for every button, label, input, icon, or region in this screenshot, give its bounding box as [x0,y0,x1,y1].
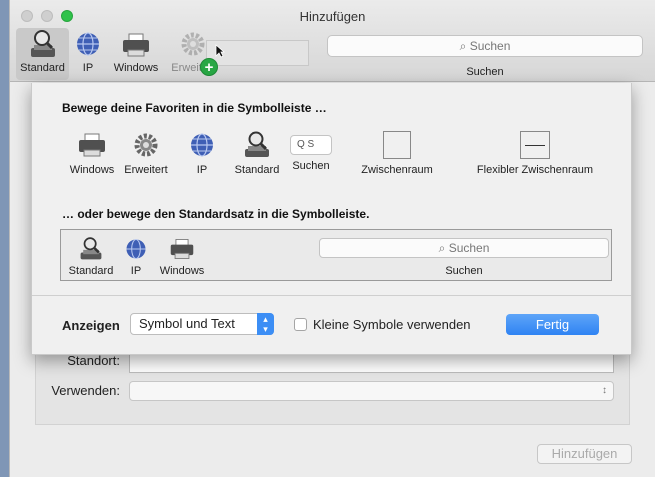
standard-icon [30,30,55,57]
add-plus-icon: + [200,58,218,76]
palette-item-flexible-space[interactable]: Flexibler Zwischenraum [472,131,598,176]
toolbar-item-windows[interactable]: Windows [109,28,163,74]
done-button[interactable]: Fertig [506,314,599,335]
small-icons-label[interactable]: Kleine Symbole verwenden [313,317,471,332]
default-set-item-label: IP [130,265,142,277]
standard-icon [80,237,102,260]
palette-item-windows[interactable]: Windows [66,131,118,176]
palette-item-label: Suchen [292,160,330,172]
customize-toolbar-sheet: Bewege deine Favoriten in die Symbolleis… [31,83,632,355]
default-toolbar-set[interactable]: Standard IP Windows ⌕ Suchen Suchen [60,229,612,281]
show-mode-value: Symbol und Text [139,316,235,331]
default-set-item-label: Windows [159,265,205,277]
add-button[interactable]: Hinzufügen [537,444,632,464]
globe-icon [126,238,146,260]
printer-icon [123,33,149,57]
palette-item-ip[interactable]: IP [184,131,220,176]
flexible-space-icon [520,131,550,159]
toolbar-item-label: Windows [113,62,159,74]
show-mode-popup[interactable]: Symbol und Text ▴ ▾ [130,313,274,335]
favorites-heading: Bewege deine Favoriten in die Symbolleis… [62,101,327,115]
globe-icon [77,32,99,56]
location-label: Standort: [67,353,120,368]
use-label: Verwenden: [51,383,120,398]
palette-item-label: Erweitert [124,164,168,176]
printer-icon [79,133,105,157]
palette-item-standard[interactable]: Standard [231,131,283,176]
default-set-search-label: Suchen [445,265,483,277]
toolbar-item-ip[interactable]: IP [70,28,106,74]
search-field-icon: Q S [290,135,332,155]
window-toolbar: Hinzufügen Standard IP Windows Erweitert… [10,0,655,82]
search-icon: ⌕ [459,39,467,53]
default-set-item-ip: IP [121,236,151,277]
default-set-search-field: ⌕ Suchen [319,238,609,258]
gear-icon [134,133,158,157]
toolbar-search-field[interactable]: ⌕ Suchen [327,35,643,57]
use-select[interactable]: ↕ [129,381,614,401]
search-icon: ⌕ [438,241,446,255]
location-field[interactable] [129,353,614,373]
palette-item-label: Flexibler Zwischenraum [476,164,594,176]
sheet-divider [32,295,631,296]
palette-item-label: Standard [234,164,280,176]
chevron-updown-icon: ↕ [602,385,607,396]
globe-icon [191,133,213,157]
palette-item-label: IP [196,164,208,176]
standard-icon [245,131,269,157]
window-title: Hinzufügen [299,9,366,24]
default-set-heading: … oder bewege den Standardsatz in die Sy… [62,207,370,221]
toolbar-item-label: IP [82,62,94,74]
default-set-item-label: Standard [68,265,114,277]
palette-item-label: Zwischenraum [361,164,433,176]
gear-icon [181,32,205,56]
search-placeholder: Suchen [448,241,490,255]
default-set-item-standard: Standard [67,236,115,277]
search-placeholder: Suchen [469,39,511,53]
palette-item-erweitert[interactable]: Erweitert [120,131,172,176]
toolbar-search-label: Suchen [466,66,504,78]
palette-item-space[interactable]: Zwischenraum [352,131,442,176]
show-label: Anzeigen [62,318,120,333]
chevron-updown-icon: ▴ ▾ [257,313,274,335]
toolbar-item-label: Standard [20,62,65,74]
default-set-item-windows: Windows [157,236,207,277]
mouse-cursor-icon [215,44,225,58]
toolbar-item-standard[interactable]: Standard [16,28,69,74]
palette-item-label: Windows [69,164,115,176]
palette-item-search[interactable]: Q S Suchen [288,135,334,172]
small-icons-checkbox[interactable] [294,318,307,331]
space-icon [383,131,411,159]
printer-icon [170,239,194,259]
